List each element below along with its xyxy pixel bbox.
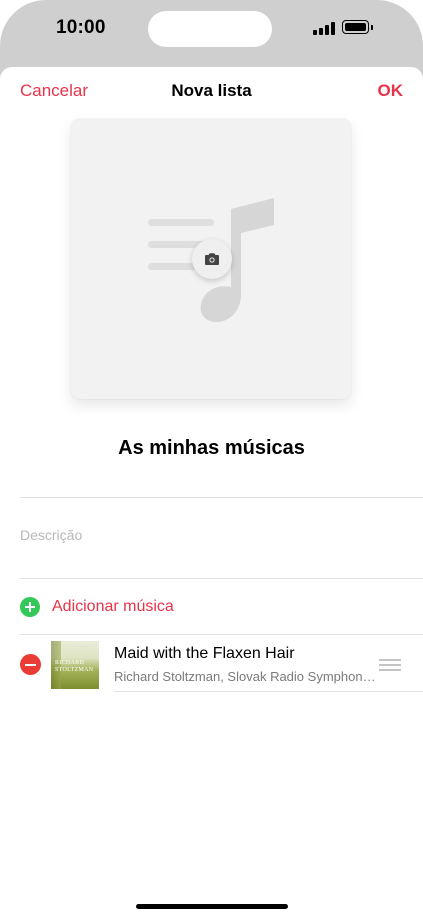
list-item: · · · · · RICHARD STOLTZMAN Maid with th… bbox=[0, 637, 423, 693]
dynamic-island bbox=[148, 11, 272, 47]
remove-song-icon[interactable] bbox=[20, 654, 41, 675]
status-time: 10:00 bbox=[56, 17, 106, 38]
album-artwork-text: STOLTZMAN bbox=[55, 667, 94, 673]
signal-icon bbox=[313, 22, 335, 35]
home-indicator[interactable] bbox=[136, 904, 288, 909]
battery-cap bbox=[371, 25, 373, 30]
divider bbox=[20, 634, 423, 635]
ok-button[interactable]: OK bbox=[378, 81, 404, 101]
camera-button[interactable] bbox=[192, 239, 232, 279]
playlist-name-field[interactable]: As minhas músicas bbox=[0, 437, 423, 460]
divider bbox=[20, 497, 423, 498]
new-playlist-sheet: Cancelar Nova lista OK As minhas músicas… bbox=[0, 67, 423, 917]
playlist-artwork[interactable] bbox=[71, 119, 351, 399]
sheet-title: Nova lista bbox=[171, 81, 252, 100]
album-artwork: · · · · · RICHARD STOLTZMAN bbox=[51, 641, 99, 689]
divider bbox=[20, 578, 423, 579]
battery-icon bbox=[342, 20, 369, 34]
camera-icon bbox=[205, 253, 219, 265]
description-field[interactable]: Descrição bbox=[20, 527, 82, 543]
song-artist: Richard Stoltzman, Slovak Radio Symphony… bbox=[114, 669, 378, 684]
song-title: Maid with the Flaxen Hair bbox=[114, 645, 295, 662]
plus-circle-icon bbox=[20, 597, 40, 617]
album-artwork-text: RICHARD bbox=[55, 660, 85, 666]
divider bbox=[114, 691, 423, 692]
add-music-label: Adicionar música bbox=[52, 598, 174, 615]
reorder-handle-icon[interactable] bbox=[379, 659, 401, 671]
